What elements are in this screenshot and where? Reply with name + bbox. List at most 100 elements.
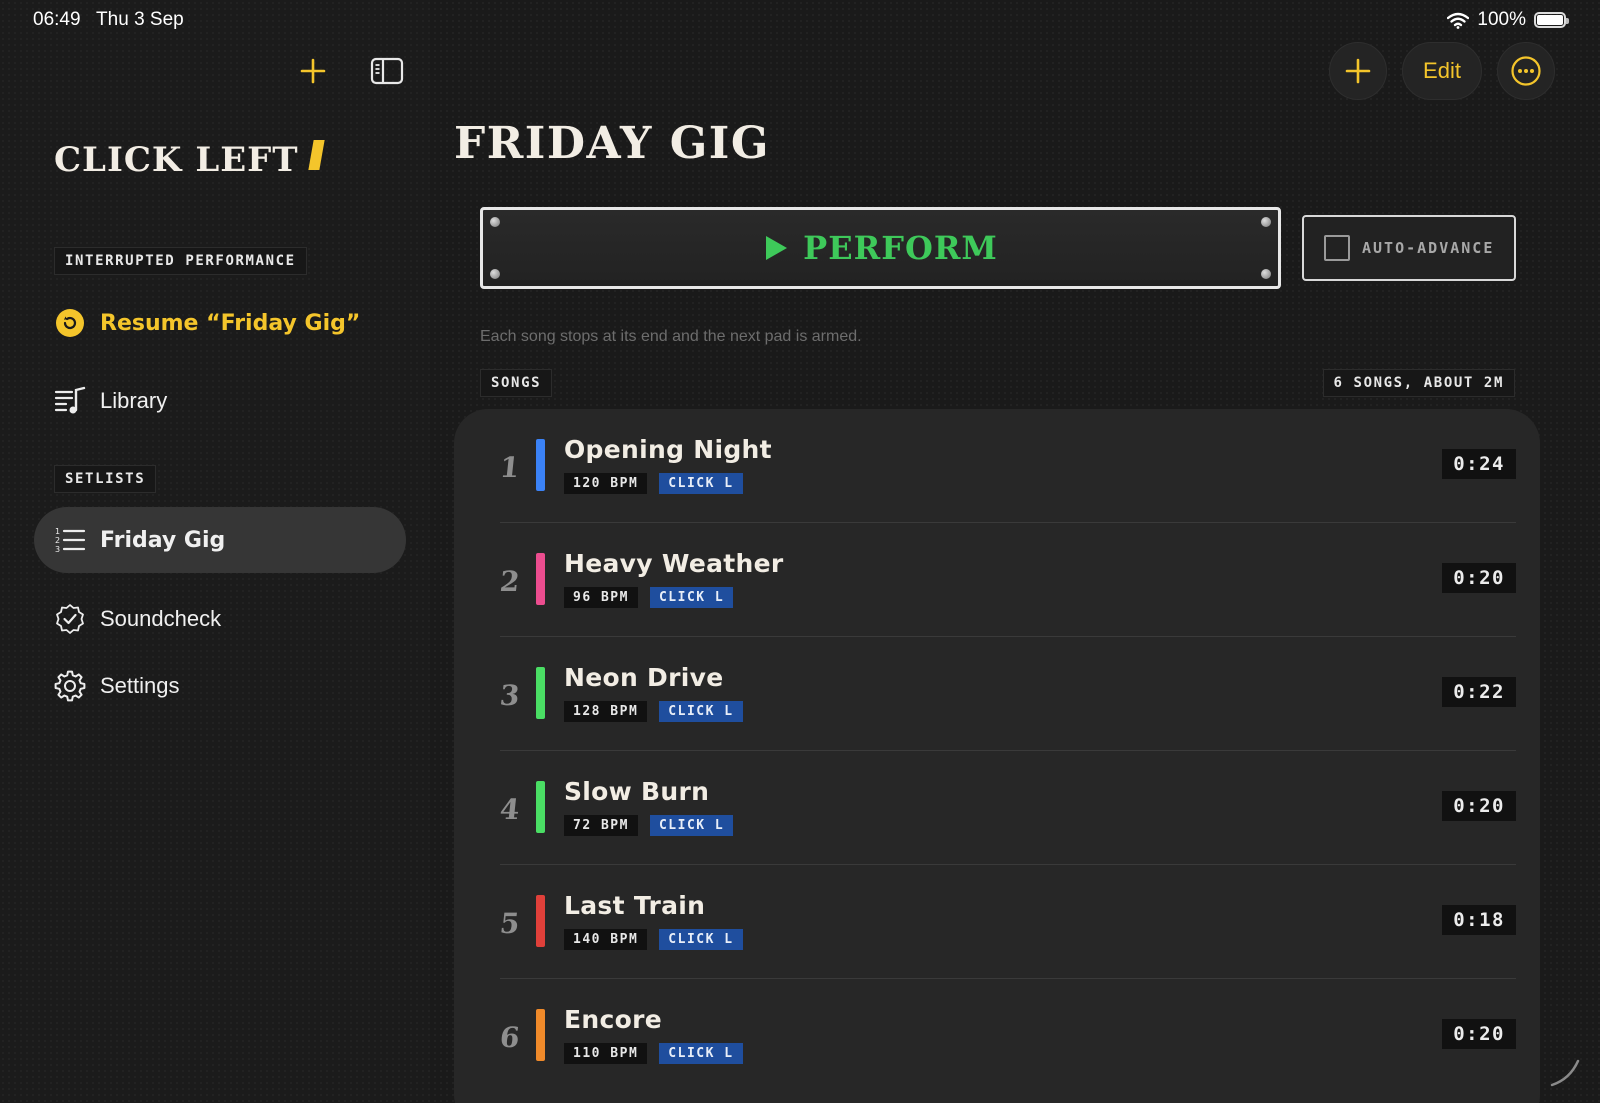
sidebar: 06:49 Thu 3 Sep CLICK LEFT INTERRUPTED P… (0, 0, 430, 1103)
numbered-list-icon: 1 2 3 (54, 524, 86, 556)
sidebar-item-soundcheck[interactable]: Soundcheck (34, 586, 406, 652)
edit-label: Edit (1423, 58, 1461, 83)
svg-text:2: 2 (55, 536, 60, 545)
rivet-decoration (490, 269, 500, 279)
song-tags: 120 BPM CLICK L (564, 473, 743, 494)
click-badge: CLICK L (659, 929, 743, 950)
song-title: Opening Night (564, 435, 772, 464)
page-title: FRIDAY GIG (454, 118, 770, 169)
plus-icon (300, 58, 326, 84)
song-row[interactable]: 5 Last Train 140 BPM CLICK L 0:18 (498, 865, 1516, 979)
status-date: Thu 3 Sep (96, 9, 184, 30)
status-clock: 06:49 (33, 9, 81, 30)
song-duration: 0:22 (1442, 677, 1516, 707)
songs-summary: 6 SONGS, ABOUT 2M (1322, 369, 1515, 397)
wifi-icon (1447, 12, 1470, 29)
rivet-decoration (1261, 217, 1271, 227)
svg-text:3: 3 (55, 545, 60, 554)
song-color-bar (536, 439, 545, 491)
song-row[interactable]: 2 Heavy Weather 96 BPM CLICK L 0:20 (498, 523, 1516, 637)
song-title: Encore (564, 1005, 662, 1034)
setlist-label: Soundcheck (100, 606, 222, 631)
status-indicators: 100% (1447, 9, 1569, 31)
auto-advance-toggle[interactable]: AUTO-ADVANCE (1302, 215, 1516, 281)
song-number: 4 (498, 793, 522, 826)
auto-advance-label: AUTO-ADVANCE (1362, 239, 1495, 257)
edit-button[interactable]: Edit (1402, 42, 1482, 100)
song-tags: 72 BPM CLICK L (564, 815, 734, 836)
song-number: 2 (498, 565, 522, 598)
rivet-decoration (1261, 269, 1271, 279)
resume-label: Resume “Friday Gig” (100, 310, 361, 336)
song-title: Heavy Weather (564, 549, 784, 578)
play-icon (766, 236, 788, 260)
add-song-button[interactable] (1329, 42, 1387, 100)
song-row[interactable]: 1 Opening Night 120 BPM CLICK L 0:24 (498, 409, 1516, 523)
songs-header: SONGS (480, 369, 553, 397)
song-color-bar (536, 667, 545, 719)
bpm-badge: 120 BPM (564, 473, 648, 494)
song-duration: 0:20 (1442, 1019, 1516, 1049)
song-number: 3 (498, 679, 522, 712)
song-duration: 0:24 (1442, 449, 1516, 479)
click-badge: CLICK L (659, 473, 743, 494)
bpm-badge: 110 BPM (564, 1043, 648, 1064)
sidebar-item-library[interactable]: Library (34, 368, 406, 434)
bpm-badge: 128 BPM (564, 701, 648, 722)
gear-icon (54, 670, 86, 702)
song-title: Neon Drive (564, 663, 724, 692)
settings-label: Settings (100, 673, 180, 698)
interrupted-performance-header: INTERRUPTED PERFORMANCE (54, 247, 307, 275)
song-tags: 110 BPM CLICK L (564, 1043, 743, 1064)
perform-hint: Each song stops at its end and the next … (480, 328, 862, 345)
setlist-label: Friday Gig (100, 527, 226, 553)
battery-icon (1534, 12, 1569, 28)
song-number: 6 (498, 1021, 522, 1054)
auto-advance-checkbox[interactable] (1324, 235, 1350, 261)
bpm-badge: 96 BPM (564, 587, 638, 608)
song-row[interactable]: 4 Slow Burn 72 BPM CLICK L 0:20 (498, 751, 1516, 865)
ellipsis-circle-icon (1511, 56, 1541, 86)
perform-label: PERFORM (803, 229, 998, 267)
bpm-badge: 140 BPM (564, 929, 648, 950)
song-color-bar (536, 553, 545, 605)
song-duration: 0:18 (1442, 905, 1516, 935)
song-row[interactable]: 6 Encore 110 BPM CLICK L 0:20 (498, 979, 1516, 1093)
song-title: Last Train (564, 891, 706, 920)
song-duration: 0:20 (1442, 791, 1516, 821)
app-logo-text: CLICK LEFT (54, 140, 299, 180)
resume-icon (54, 307, 86, 339)
song-title: Slow Burn (564, 777, 710, 806)
song-tags: 96 BPM CLICK L (564, 587, 734, 608)
svg-text:1: 1 (55, 527, 60, 536)
perform-button[interactable]: PERFORM (480, 207, 1281, 289)
more-options-button[interactable] (1497, 42, 1555, 100)
resume-performance-item[interactable]: Resume “Friday Gig” (34, 290, 406, 356)
click-badge: CLICK L (659, 1043, 743, 1064)
click-badge: CLICK L (649, 815, 734, 836)
song-color-bar (536, 895, 545, 947)
song-tags: 128 BPM CLICK L (564, 701, 743, 722)
sidebar-item-settings[interactable]: Settings (34, 653, 406, 719)
bpm-badge: 72 BPM (564, 815, 638, 836)
new-setlist-button[interactable] (296, 54, 330, 88)
sidebar-item-friday-gig[interactable]: 1 2 3 Friday Gig (34, 507, 406, 573)
checkmark-seal-icon (54, 603, 86, 635)
song-row[interactable]: 3 Neon Drive 128 BPM CLICK L 0:22 (498, 637, 1516, 751)
toggle-sidebar-button[interactable] (368, 54, 406, 88)
song-list: 1 Opening Night 120 BPM CLICK L 0:24 2 H… (454, 409, 1540, 1103)
song-number: 5 (498, 907, 522, 940)
scroll-indicator-icon (1550, 1059, 1580, 1087)
click-badge: CLICK L (659, 701, 743, 722)
app-logo: CLICK LEFT (54, 140, 325, 180)
song-color-bar (536, 781, 545, 833)
song-duration: 0:20 (1442, 563, 1516, 593)
click-badge: CLICK L (649, 587, 734, 608)
status-time: 06:49 Thu 3 Sep (33, 9, 184, 31)
plus-icon (1345, 58, 1371, 84)
brand-mark-icon (307, 140, 325, 170)
rivet-decoration (490, 217, 500, 227)
song-tags: 140 BPM CLICK L (564, 929, 743, 950)
setlists-header: SETLISTS (54, 465, 157, 493)
music-list-icon (54, 385, 86, 417)
